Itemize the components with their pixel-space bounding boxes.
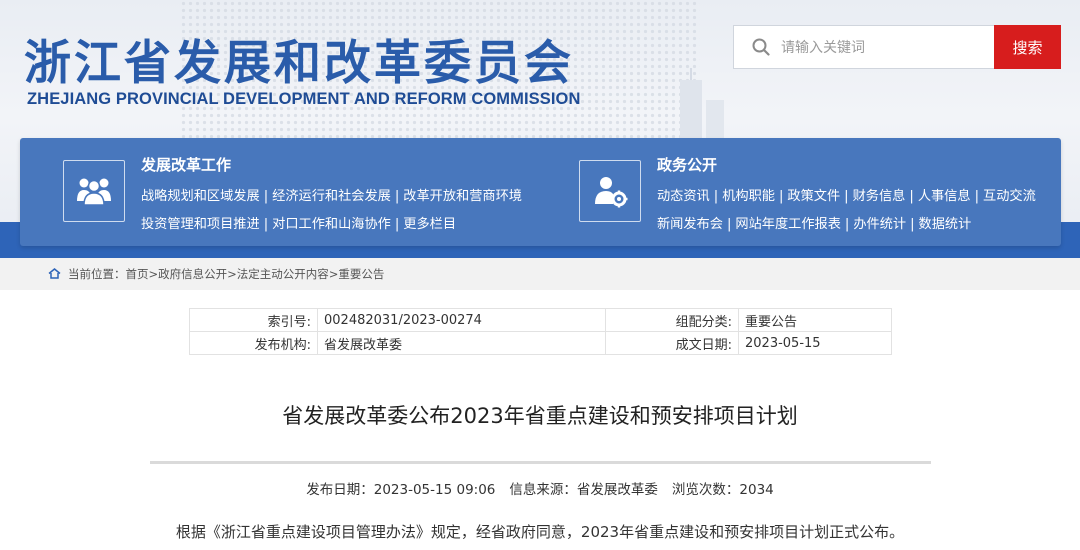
nav-link[interactable]: 经济运行和社会发展 [272,189,391,204]
article-title: 省发展改革委公布2023年省重点建设和预安排项目计划 [282,404,798,428]
site-logo-subtitle: ZHEJIANG PROVINCIAL DEVELOPMENT AND REFO… [27,90,581,108]
search-input[interactable] [781,36,981,60]
breadcrumb: 当前位置：首页>政府信息公开>法定主动公开内容>重要公告 [0,258,1080,290]
nav-link[interactable]: 战略规划和区域发展 [141,189,260,204]
person-gear-icon[interactable] [579,160,641,222]
nav-link[interactable]: 互动交流 [983,189,1036,204]
publish-date: 发布日期：2023-05-15 09:06 [306,482,496,498]
search-icon [752,38,770,56]
title-divider [150,461,931,464]
nav-link[interactable]: 新闻发布会 [657,217,723,232]
nav-link[interactable]: 动态资讯 [657,189,710,204]
breadcrumb-item[interactable]: 重要公告 [338,267,384,281]
breadcrumb-item[interactable]: 政府信息公开 [158,267,227,281]
nav-link[interactable]: 政策文件 [787,189,840,204]
document-meta-table: 索引号: 002482031/2023-00274 组配分类: 重要公告 发布机… [189,308,892,355]
nav-link[interactable]: 办件统计 [853,217,906,232]
nav-title-government-affairs[interactable]: 政务公开 [657,154,717,175]
site-header: 浙江省发展和改革委员会 ZHEJIANG PROVINCIAL DEVELOPM… [0,0,1080,258]
meta-key: 成文日期: [605,331,739,355]
nav-link[interactable]: 投资管理和项目推进 [141,217,260,232]
main-nav-panel: 发展改革工作 战略规划和区域发展 | 经济运行和社会发展 | 改革开放和营商环境 投资管… [20,138,1061,246]
search-box: 搜索 [733,25,1061,69]
nav-link[interactable]: 更多栏目 [403,217,456,232]
meta-value: 省发展改革委 [317,331,606,355]
breadcrumb-item-home[interactable]: 首页 [126,267,149,281]
meta-value: 2023-05-15 [738,331,892,355]
article-body-first-line: 根据《浙江省重点建设项目管理办法》规定，经省政府同意，2023年省重点建设和预安… [175,523,905,541]
nav-links-government-affairs: 动态资讯 | 机构职能 | 政策文件 | 财务信息 | 人事信息 | 互动交流 新闻发布会 | 网站年度… [657,189,1036,232]
search-button[interactable]: 搜索 [994,25,1061,69]
breadcrumb-separator: > [148,267,159,281]
meta-key: 索引号: [189,308,318,332]
table-row: 发布机构: 省发展改革委 成文日期: 2023-05-15 [189,331,892,355]
meta-value: 重要公告 [738,308,892,332]
meta-key: 发布机构: [189,331,318,355]
breadcrumb-item[interactable]: 法定主动公开内容 [237,267,329,281]
nav-title-development[interactable]: 发展改革工作 [141,154,231,175]
breadcrumb-label: 当前位置： [68,267,126,281]
site-logo-title[interactable]: 浙江省发展和改革委员会 [24,24,574,93]
nav-links-development: 战略规划和区域发展 | 经济运行和社会发展 | 改革开放和营商环境 投资管理和项目推进 |… [141,189,522,232]
nav-link[interactable]: 数据统计 [919,217,972,232]
nav-link[interactable]: 对口工作和山海协作 [272,217,391,232]
table-row: 索引号: 002482031/2023-00274 组配分类: 重要公告 [189,308,892,332]
breadcrumb-separator: > [328,267,339,281]
nav-link[interactable]: 财务信息 [853,189,906,204]
meta-key: 组配分类: [605,308,739,332]
view-count: 浏览次数：2034 [671,482,774,498]
nav-link[interactable]: 机构职能 [722,189,775,204]
nav-link[interactable]: 改革开放和营商环境 [403,189,522,204]
breadcrumb-separator: > [227,267,237,281]
publication-info: 发布日期：2023-05-15 09:06 信息来源：省发展改革委 浏览次数：203… [0,478,1080,498]
nav-link[interactable]: 网站年度工作报表 [735,217,841,232]
home-icon [48,268,61,279]
nav-link[interactable]: 人事信息 [918,189,971,204]
meta-value: 002482031/2023-00274 [317,308,606,332]
info-source: 信息来源：省发展改革委 [509,482,658,498]
people-group-icon[interactable] [63,160,125,222]
